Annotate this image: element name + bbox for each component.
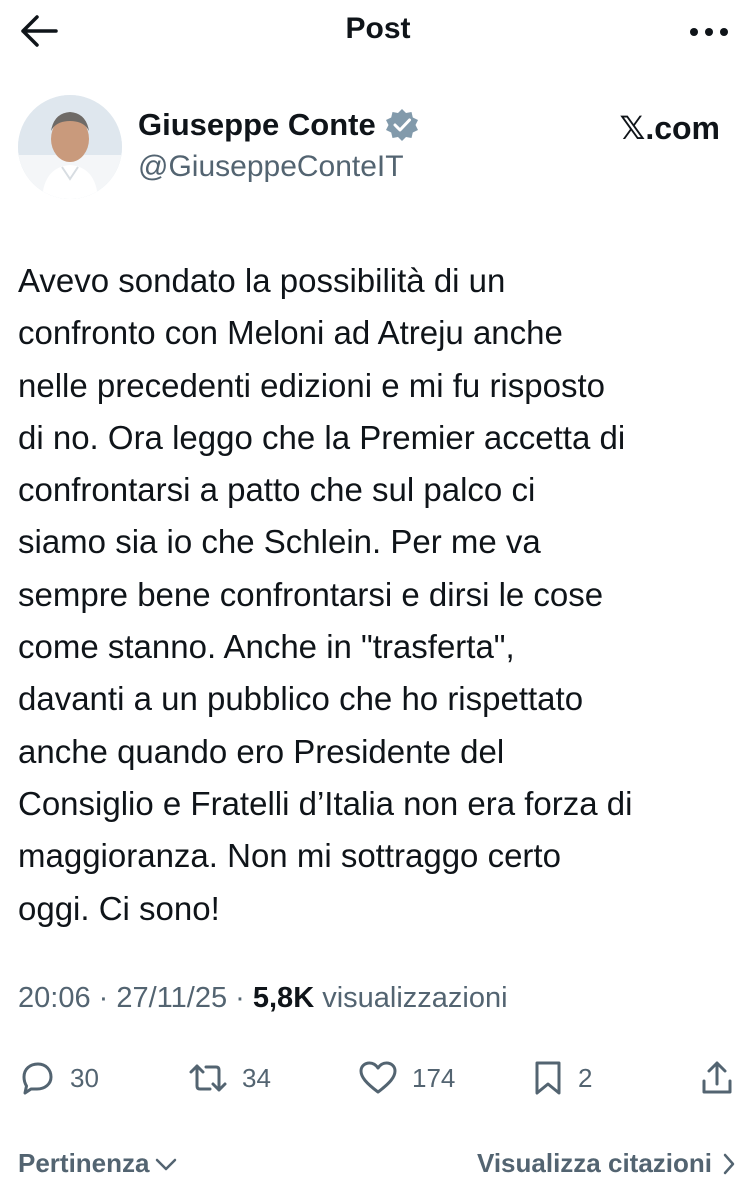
repost-count: 34 bbox=[242, 1062, 271, 1093]
top-bar: Post bbox=[0, 0, 756, 62]
views-count: 5,8K bbox=[252, 982, 315, 1014]
meta-separator: · bbox=[227, 982, 253, 1014]
chevron-right-icon bbox=[723, 1153, 735, 1174]
heart-icon bbox=[359, 1061, 397, 1094]
post-time[interactable]: 20:06 bbox=[18, 982, 91, 1014]
bookmark-icon bbox=[535, 1061, 561, 1095]
more-horizontal-icon bbox=[690, 28, 728, 36]
author-name-row: Giuseppe Conte bbox=[138, 107, 420, 143]
page-title: Post bbox=[345, 12, 411, 45]
post-text: Avevo sondato la possibilità di un confr… bbox=[18, 262, 633, 927]
post-date[interactable]: 27/11/25 bbox=[116, 982, 227, 1014]
author-display-name[interactable]: Giuseppe Conte bbox=[138, 107, 376, 143]
source-label: 𝕏.com bbox=[619, 110, 720, 146]
view-quotes-label: Visualizza citazioni bbox=[476, 1148, 712, 1178]
reply-icon bbox=[22, 1062, 53, 1095]
sort-dropdown[interactable]: Pertinenza bbox=[18, 1148, 178, 1179]
sort-label: Pertinenza bbox=[18, 1148, 150, 1178]
bookmark-button[interactable]: 2 bbox=[532, 1052, 592, 1104]
post-meta: 20:06 · 27/11/25 · 5,8K visualizzazioni bbox=[18, 982, 508, 1015]
reply-count: 30 bbox=[70, 1062, 99, 1093]
action-bar: 30 34 174 2 bbox=[0, 1052, 756, 1104]
repost-button[interactable]: 34 bbox=[188, 1052, 271, 1104]
post-author: Giuseppe Conte @GiuseppeConteIT 𝕏.com bbox=[18, 95, 738, 205]
replies-footer: Pertinenza Visualizza citazioni bbox=[0, 1142, 756, 1186]
author-handle[interactable]: @GiuseppeConteIT bbox=[138, 150, 404, 184]
meta-separator: · bbox=[90, 982, 117, 1014]
like-button[interactable]: 174 bbox=[358, 1052, 455, 1104]
like-count: 174 bbox=[412, 1062, 456, 1093]
avatar-image bbox=[18, 95, 122, 199]
verified-badge-icon bbox=[385, 109, 418, 141]
share-button[interactable] bbox=[700, 1052, 734, 1104]
views-label: visualizzazioni bbox=[322, 982, 508, 1014]
view-quotes-link[interactable]: Visualizza citazioni bbox=[477, 1148, 736, 1179]
more-options-button[interactable] bbox=[684, 12, 734, 52]
avatar[interactable] bbox=[18, 95, 122, 199]
chevron-down-icon bbox=[155, 1158, 176, 1170]
repost-icon bbox=[189, 1064, 227, 1092]
reply-button[interactable]: 30 bbox=[18, 1052, 99, 1104]
share-icon bbox=[702, 1061, 732, 1094]
bookmark-count: 2 bbox=[578, 1062, 593, 1093]
